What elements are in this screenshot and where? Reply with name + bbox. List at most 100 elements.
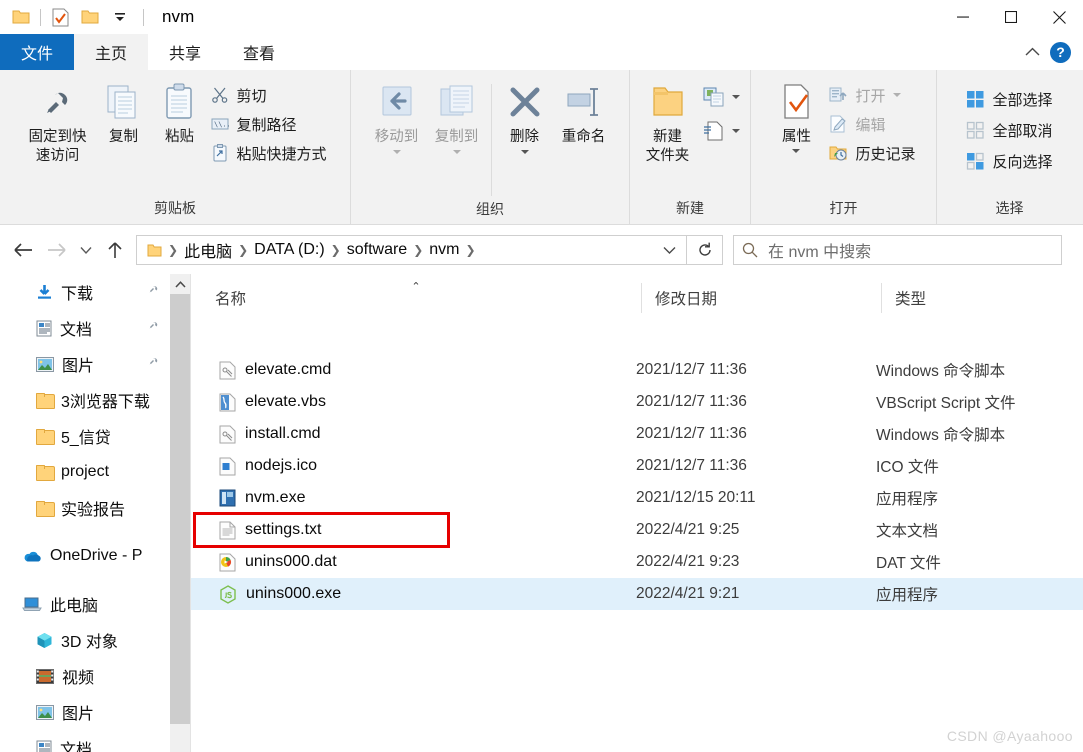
scrollbar-up-arrow[interactable] xyxy=(170,274,190,294)
vbs-file-icon xyxy=(219,393,236,412)
refresh-button[interactable] xyxy=(687,235,723,265)
scrollbar-thumb[interactable] xyxy=(170,294,190,724)
tab-share[interactable]: 共享 xyxy=(148,34,222,70)
tab-view[interactable]: 查看 xyxy=(222,34,296,70)
history-button[interactable]: 历史记录 xyxy=(825,140,919,166)
sidebar-item-credit[interactable]: 5_信贷 xyxy=(0,418,170,454)
minimize-button[interactable] xyxy=(939,0,987,34)
maximize-button[interactable] xyxy=(987,0,1035,34)
title-bar: nvm xyxy=(0,0,1083,34)
table-row[interactable]: install.cmd 2021/12/7 11:36 Windows 命令脚本 xyxy=(191,418,1083,450)
column-header-type[interactable]: 类型 xyxy=(881,274,1081,322)
help-button[interactable]: ? xyxy=(1050,41,1071,63)
pin-icon[interactable] xyxy=(147,283,170,301)
sidebar-item-onedrive[interactable]: OneDrive - P xyxy=(0,538,170,574)
open-button[interactable]: 打开 xyxy=(825,82,919,108)
column-header-name[interactable]: ⌃ 名称 xyxy=(191,274,641,322)
rename-button[interactable]: 重命名 xyxy=(554,78,614,147)
paste-shortcut-button[interactable]: 粘贴快捷方式 xyxy=(207,140,330,166)
recent-locations-button[interactable] xyxy=(74,233,98,267)
easy-access-button[interactable] xyxy=(699,118,744,144)
table-row[interactable]: settings.txt 2022/4/21 9:25 文本文档 xyxy=(191,512,1083,548)
open-label: 打开 xyxy=(855,87,886,105)
sidebar-item-pictures-pc[interactable]: 图片 xyxy=(0,694,170,730)
organize-divider xyxy=(490,84,492,196)
tab-file[interactable]: 文件 xyxy=(0,34,74,70)
invert-selection-button[interactable]: 反向选择 xyxy=(962,148,1056,174)
move-to-chevron-down-icon[interactable] xyxy=(392,150,401,154)
open-chevron-down-icon[interactable] xyxy=(892,93,901,97)
breadcrumb-item-0[interactable]: 此电脑 xyxy=(180,238,236,262)
up-button[interactable] xyxy=(98,233,132,267)
new-item-chevron-down-icon[interactable] xyxy=(731,95,740,99)
sidebar-item-videos[interactable]: 视频 xyxy=(0,658,170,694)
sidebar-item-lab-report[interactable]: 实验报告 xyxy=(0,490,170,526)
sidebar-item-this-pc[interactable]: 此电脑 xyxy=(0,586,170,622)
new-folder-button[interactable]: 新建 文件夹 xyxy=(637,78,699,166)
back-button[interactable] xyxy=(6,233,40,267)
qat-properties-icon[interactable] xyxy=(45,2,75,32)
pin-to-quick-access-button[interactable]: 固定到快 速访问 xyxy=(19,78,95,166)
ribbon-group-select: 全部选择 全部取消 反向选择 选择 xyxy=(937,70,1082,225)
delete-chevron-down-icon[interactable] xyxy=(520,150,529,154)
search-input[interactable]: 在 nvm 中搜索 xyxy=(768,238,871,262)
sidebar-item-label: 文档 xyxy=(60,742,93,752)
sidebar-item-label: OneDrive - P xyxy=(50,547,143,564)
paste-button[interactable]: 粘贴 xyxy=(151,78,207,147)
table-row[interactable]: nodejs.ico 2021/12/7 11:36 ICO 文件 xyxy=(191,450,1083,482)
pin-icon[interactable] xyxy=(147,319,170,337)
qat-new-folder-icon[interactable] xyxy=(75,2,105,32)
sidebar-item-browser-downloads[interactable]: 3浏览器下载 xyxy=(0,382,170,418)
easy-access-chevron-down-icon[interactable] xyxy=(731,129,740,133)
table-row[interactable]: unins000.exe 2022/4/21 9:21 应用程序 xyxy=(191,578,1083,610)
qat-separator xyxy=(40,8,41,26)
copy-path-icon: \\.. xyxy=(211,115,229,133)
sidebar-item-project[interactable]: project xyxy=(0,454,170,490)
cut-button[interactable]: 剪切 xyxy=(207,82,330,108)
file-type-cell: ICO 文件 xyxy=(876,459,939,476)
sidebar-item-documents-pc[interactable]: 文档 xyxy=(0,730,170,752)
navigation-pane-scrollbar[interactable] xyxy=(170,274,190,752)
copy-path-button[interactable]: \\.. 复制路径 xyxy=(207,111,330,137)
new-item-button[interactable] xyxy=(699,84,744,110)
search-box[interactable]: 在 nvm 中搜索 xyxy=(733,235,1062,265)
sidebar-item-3d-objects[interactable]: 3D 对象 xyxy=(0,622,170,658)
close-button[interactable] xyxy=(1035,0,1083,34)
properties-chevron-down-icon[interactable] xyxy=(792,149,801,153)
breadcrumb-chevron-down-icon[interactable] xyxy=(656,246,682,255)
ribbon: 固定到快 速访问 复制 粘贴 剪切 \\. 复制路径 粘贴快捷方式 剪贴板 移动… xyxy=(0,70,1083,225)
copy-button[interactable]: 复制 xyxy=(95,78,151,147)
sidebar-item-documents[interactable]: 文档 xyxy=(0,310,170,346)
delete-label: 删除 xyxy=(510,129,539,145)
history-icon xyxy=(829,144,848,162)
breadcrumb-bar[interactable]: ❯ 此电脑 ❯ DATA (D:) ❯ software ❯ nvm ❯ xyxy=(136,235,687,265)
breadcrumb-item-3[interactable]: nvm xyxy=(425,241,463,259)
table-row[interactable]: elevate.cmd 2021/12/7 11:36 Windows 命令脚本 xyxy=(191,354,1083,386)
copy-to-chevron-down-icon[interactable] xyxy=(452,150,461,154)
copy-to-button[interactable]: 复制到 xyxy=(427,78,487,154)
edit-button[interactable]: 编辑 xyxy=(825,111,919,137)
sidebar-item-pictures[interactable]: 图片 xyxy=(0,346,170,382)
select-none-button[interactable]: 全部取消 xyxy=(962,117,1056,143)
breadcrumb: ❯ 此电脑 ❯ DATA (D:) ❯ software ❯ nvm ❯ xyxy=(166,238,656,262)
pin-icon[interactable] xyxy=(147,355,170,373)
qat-customize-dropdown-icon[interactable] xyxy=(105,2,135,32)
ribbon-group-clipboard-label: 剪贴板 xyxy=(154,200,196,216)
table-row[interactable]: unins000.dat 2022/4/21 9:23 DAT 文件 xyxy=(191,546,1083,578)
select-all-button[interactable]: 全部选择 xyxy=(962,86,1056,112)
window-folder-icon[interactable] xyxy=(6,2,36,32)
breadcrumb-item-2[interactable]: software xyxy=(343,241,411,259)
forward-button[interactable] xyxy=(40,233,74,267)
file-name-cell: elevate.cmd xyxy=(191,361,636,380)
tab-home[interactable]: 主页 xyxy=(74,34,148,70)
ribbon-collapse-icon[interactable] xyxy=(1025,43,1040,61)
table-row[interactable]: elevate.vbs 2021/12/7 11:36 VBScript Scr… xyxy=(191,386,1083,418)
address-bar: ❯ 此电脑 ❯ DATA (D:) ❯ software ❯ nvm ❯ 在 n… xyxy=(0,226,1083,274)
move-to-button[interactable]: 移动到 xyxy=(367,78,427,154)
properties-button[interactable]: 属性 xyxy=(767,78,825,153)
delete-button[interactable]: 删除 xyxy=(496,78,554,154)
column-header-date[interactable]: 修改日期 xyxy=(641,274,881,322)
table-row[interactable]: nvm.exe 2021/12/15 20:11 应用程序 xyxy=(191,482,1083,514)
sidebar-item-downloads[interactable]: 下载 xyxy=(0,274,170,310)
breadcrumb-item-1[interactable]: DATA (D:) xyxy=(250,241,329,259)
